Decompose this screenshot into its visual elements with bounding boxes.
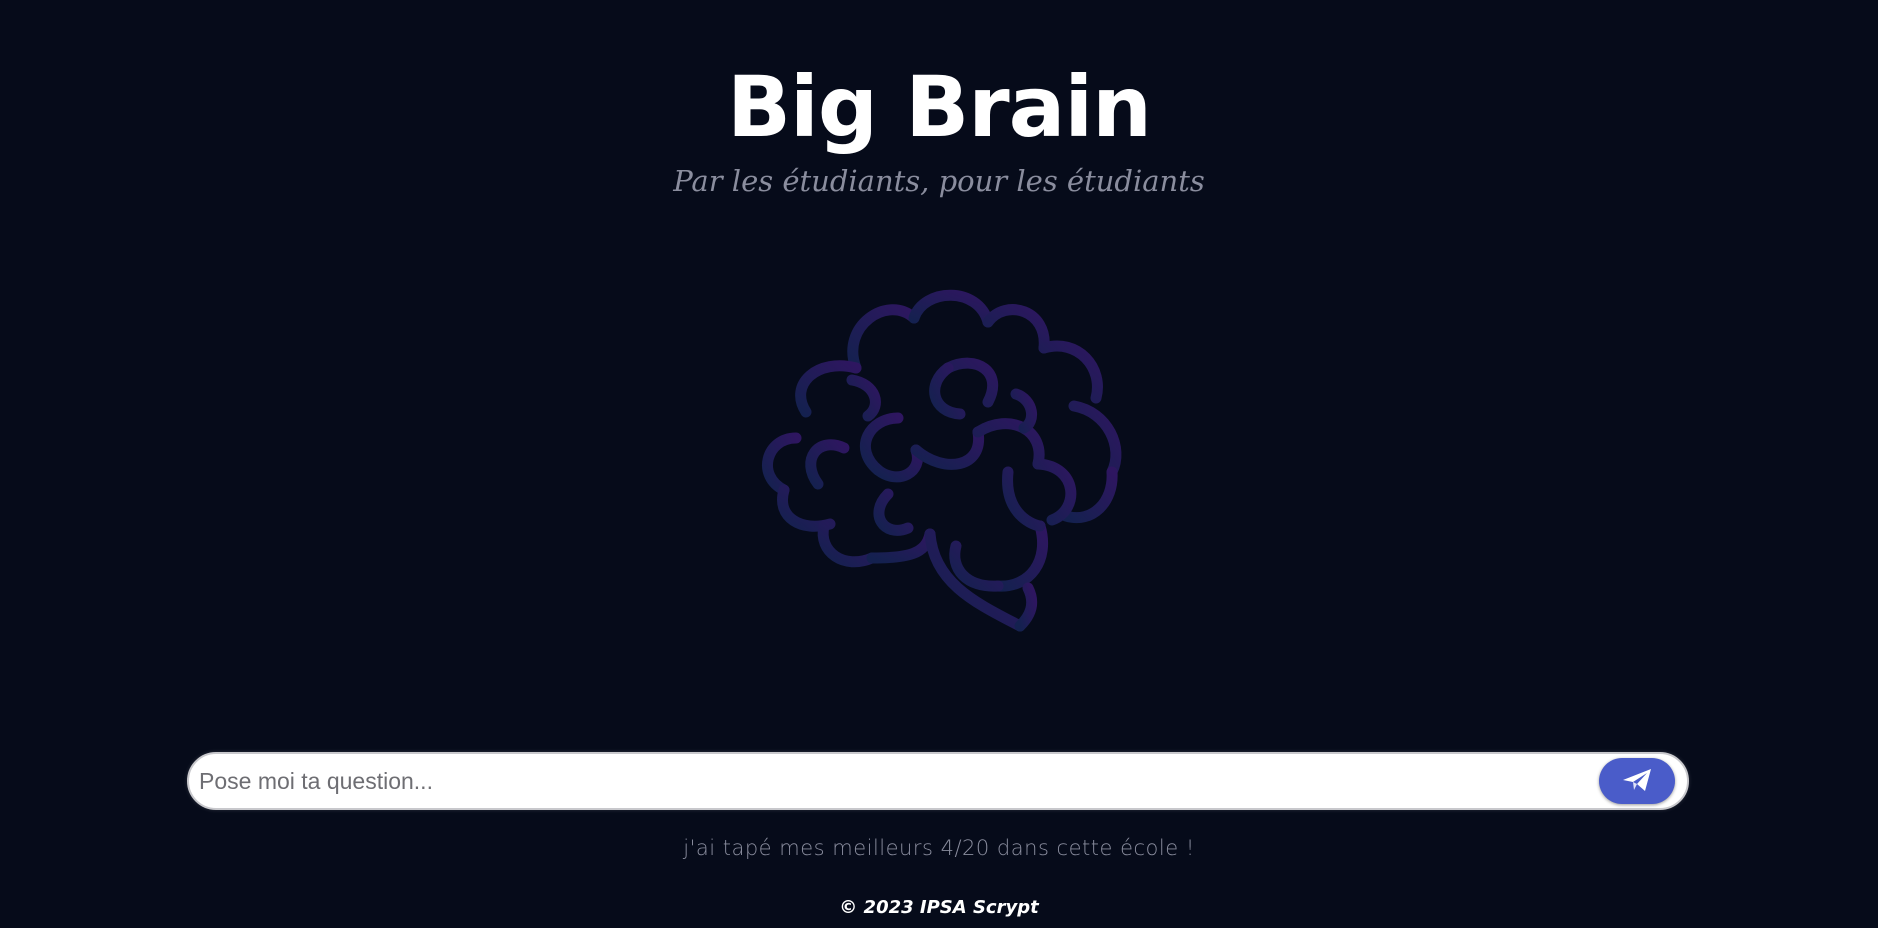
page-subtitle: Par les étudiants, pour les étudiants bbox=[673, 164, 1205, 198]
brain-icon bbox=[748, 288, 1128, 644]
tagline: j'ai tapé mes meilleurs 4/20 dans cette … bbox=[683, 836, 1195, 860]
page-title: Big Brain bbox=[727, 58, 1152, 156]
footer-copyright: © 2023 IPSA Scrypt bbox=[839, 897, 1039, 918]
question-input[interactable] bbox=[199, 754, 1579, 808]
send-button[interactable] bbox=[1599, 758, 1675, 804]
paper-plane-icon bbox=[1622, 768, 1652, 795]
search-bar bbox=[187, 752, 1689, 810]
